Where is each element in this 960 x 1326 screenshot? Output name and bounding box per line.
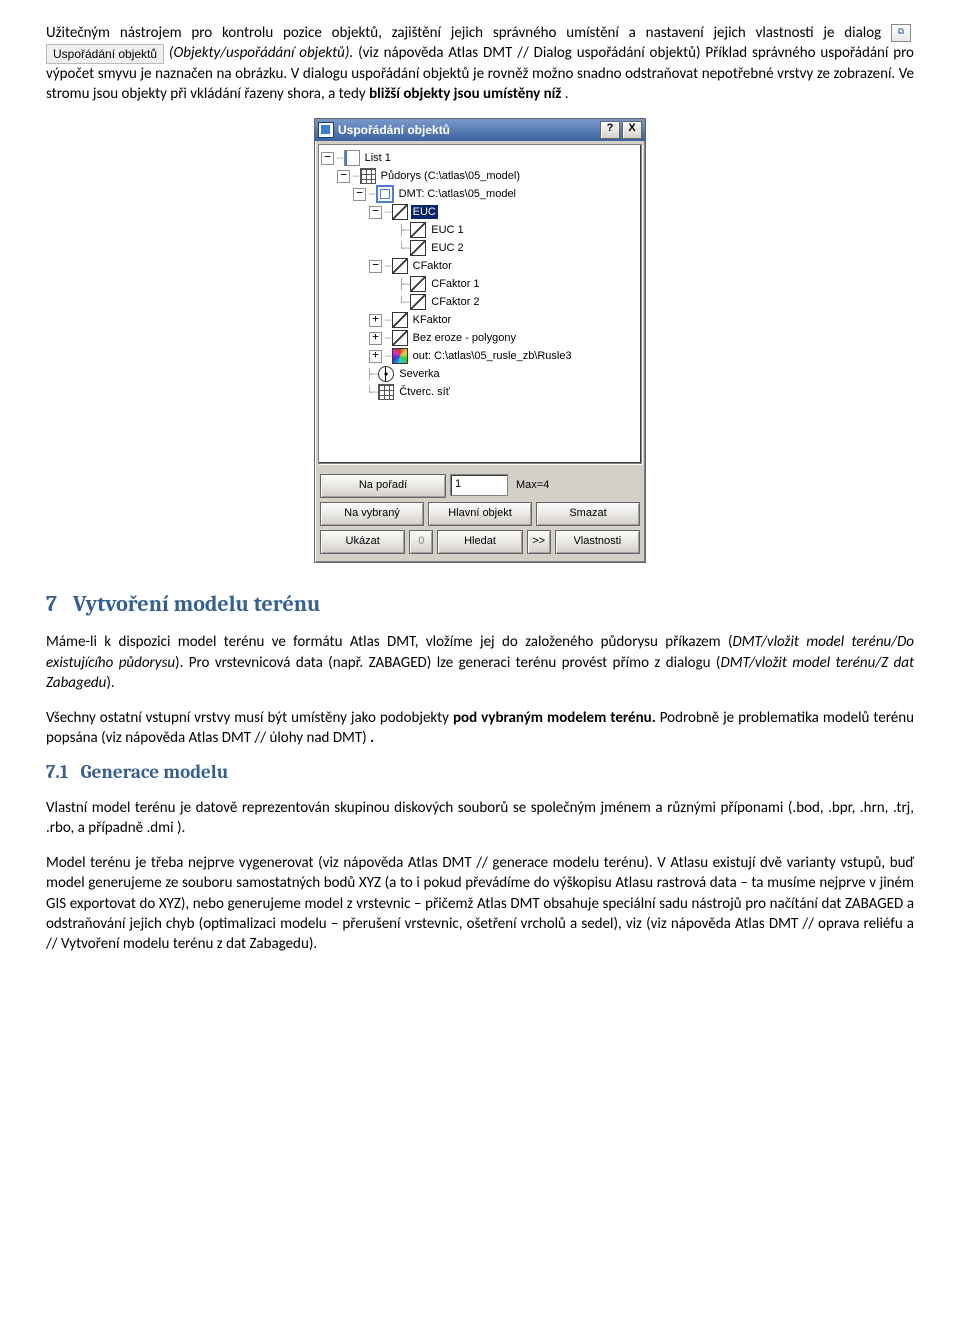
tree-label: Půdorys (C:\atlas\05_model) (379, 169, 522, 183)
subsection-number: 7.1 (46, 761, 68, 783)
expander-icon[interactable]: − (369, 206, 382, 219)
hlavni-objekt-button[interactable]: Hlavní objekt (428, 502, 532, 526)
tree-label: Severka (397, 367, 441, 381)
tree-label: Čtverc. síť (397, 385, 452, 399)
tree-label: List 1 (363, 151, 393, 165)
sheet-icon (344, 150, 360, 166)
polyline-icon (410, 240, 426, 256)
tree-row-severka[interactable]: ├┄ Severka (321, 365, 639, 383)
tree-row-bezeroze[interactable]: + ┄ Bez eroze - polygony (321, 329, 639, 347)
subsection-title: Generace modelu (80, 761, 228, 783)
object-tree[interactable]: − ┄ List 1 − ┄ Půdorys (C:\atlas\05_mode… (318, 144, 642, 464)
sec71-p1: Vlastní model terénu je datově reprezent… (46, 798, 914, 839)
intro-paragraph: Užitečným nástrojem pro kontrolu pozice … (46, 23, 914, 104)
tree-label: KFaktor (411, 313, 454, 327)
polyline-icon (392, 258, 408, 274)
tree-label: Bez eroze - polygony (411, 331, 518, 345)
na-poradi-button[interactable]: Na pořadí (320, 474, 446, 498)
close-button[interactable]: X (622, 121, 642, 139)
tree-label: DMT: C:\atlas\05_model (397, 187, 518, 201)
toolbar-layout-label: Uspořádání objektů (46, 44, 164, 64)
tree-label: out: C:\atlas\05_rusle_zb\Rusle3 (411, 349, 574, 363)
polyline-icon (392, 204, 408, 220)
tree-row-euc1[interactable]: ├┄ EUC 1 (321, 221, 639, 239)
tree-row-pudorys[interactable]: − ┄ Půdorys (C:\atlas\05_model) (321, 167, 639, 185)
tree-row-grid[interactable]: └┄ Čtverc. síť (321, 383, 639, 401)
polyline-icon (410, 294, 426, 310)
compass-icon (378, 366, 394, 382)
zero-button[interactable]: 0 (409, 530, 433, 554)
section-7-heading: 7 Vytvoření modelu terénu (46, 591, 914, 617)
polyline-icon (410, 222, 426, 238)
na-vybrany-button[interactable]: Na vybraný (320, 502, 424, 526)
tree-label: EUC 2 (429, 241, 465, 255)
next-button[interactable]: >> (527, 530, 551, 554)
tree-row-cfaktor[interactable]: − ┄ CFaktor (321, 257, 639, 275)
dialog-titlebar[interactable]: Uspořádání objektů ? X (315, 119, 645, 141)
tree-row-cfaktor1[interactable]: ├┄ CFaktor 1 (321, 275, 639, 293)
text-d: . (370, 729, 374, 747)
object-arrangement-dialog: Uspořádání objektů ? X − ┄ List 1 − ┄ Pů… (314, 118, 646, 563)
dialog-app-icon (318, 122, 334, 138)
square-grid-icon (378, 384, 394, 400)
dmt-icon (376, 185, 394, 203)
text-b: pod vybraným modelem terénu. (453, 709, 656, 727)
sec7-p2: Všechny ostatní vstupní vrstvy musí být … (46, 708, 914, 749)
expander-icon[interactable]: − (369, 260, 382, 273)
max-label: Max=4 (512, 474, 640, 498)
dialog-controls: Na pořadí 1 Max=4 Na vybraný Hlavní obje… (315, 467, 645, 562)
section-title: Vytvoření modelu terénu (73, 591, 321, 617)
palette-icon (392, 348, 408, 364)
expander-icon[interactable]: + (369, 332, 382, 345)
tree-row-out[interactable]: + ┄ out: C:\atlas\05_rusle_zb\Rusle3 (321, 347, 639, 365)
expander-icon[interactable]: + (369, 350, 382, 363)
dialog-figure: Uspořádání objektů ? X − ┄ List 1 − ┄ Pů… (46, 118, 914, 563)
polyline-icon (410, 276, 426, 292)
para1-part-e: . (565, 85, 569, 103)
polyline-icon (392, 312, 408, 328)
text: Máme-li k dispozici model terénu ve form… (46, 633, 914, 692)
sec71-p2: Model terénu je třeba nejprve vygenerova… (46, 853, 914, 954)
floorplan-icon (360, 168, 376, 184)
ukazat-button[interactable]: Ukázat (320, 530, 405, 554)
expander-icon[interactable]: − (353, 188, 366, 201)
tree-row-list[interactable]: − ┄ List 1 (321, 149, 639, 167)
dialog-title: Uspořádání objektů (338, 123, 450, 137)
tree-row-euc[interactable]: − ┄ EUC (321, 203, 639, 221)
smazat-button[interactable]: Smazat (536, 502, 640, 526)
hledat-button[interactable]: Hledat (437, 530, 522, 554)
para1-part-d: bližší objekty jsou umístěny níž (369, 85, 561, 103)
sec7-p1: Máme-li k dispozici model terénu ve form… (46, 632, 914, 693)
document-page: Užitečným nástrojem pro kontrolu pozice … (0, 0, 960, 980)
section-number: 7 (46, 591, 57, 617)
tree-row-euc2[interactable]: └┄ EUC 2 (321, 239, 639, 257)
expander-icon[interactable]: + (369, 314, 382, 327)
tree-row-cfaktor2[interactable]: └┄ CFaktor 2 (321, 293, 639, 311)
order-input[interactable]: 1 (450, 474, 508, 496)
para1-part-a: Užitečným nástrojem pro kontrolu pozice … (46, 24, 891, 42)
toolbar-layout-icon: ⧉ (891, 24, 911, 42)
expander-icon[interactable]: − (321, 152, 334, 165)
expander-icon[interactable]: − (337, 170, 350, 183)
tree-label-selected: EUC (411, 205, 438, 219)
tree-label: CFaktor 1 (429, 277, 481, 291)
text-a: Všechny ostatní vstupní vrstvy musí být … (46, 709, 453, 727)
help-button[interactable]: ? (600, 121, 620, 139)
section-7-1-heading: 7.1 Generace modelu (46, 761, 914, 783)
tree-label: CFaktor 2 (429, 295, 481, 309)
para1-part-b: (Objekty/uspořádání objektů). (169, 44, 353, 62)
tree-label: CFaktor (411, 259, 454, 273)
polyline-icon (392, 330, 408, 346)
tree-label: EUC 1 (429, 223, 465, 237)
vlastnosti-button[interactable]: Vlastnosti (555, 530, 640, 554)
tree-row-kfaktor[interactable]: + ┄ KFaktor (321, 311, 639, 329)
tree-row-dmt[interactable]: − ┄ DMT: C:\atlas\05_model (321, 185, 639, 203)
